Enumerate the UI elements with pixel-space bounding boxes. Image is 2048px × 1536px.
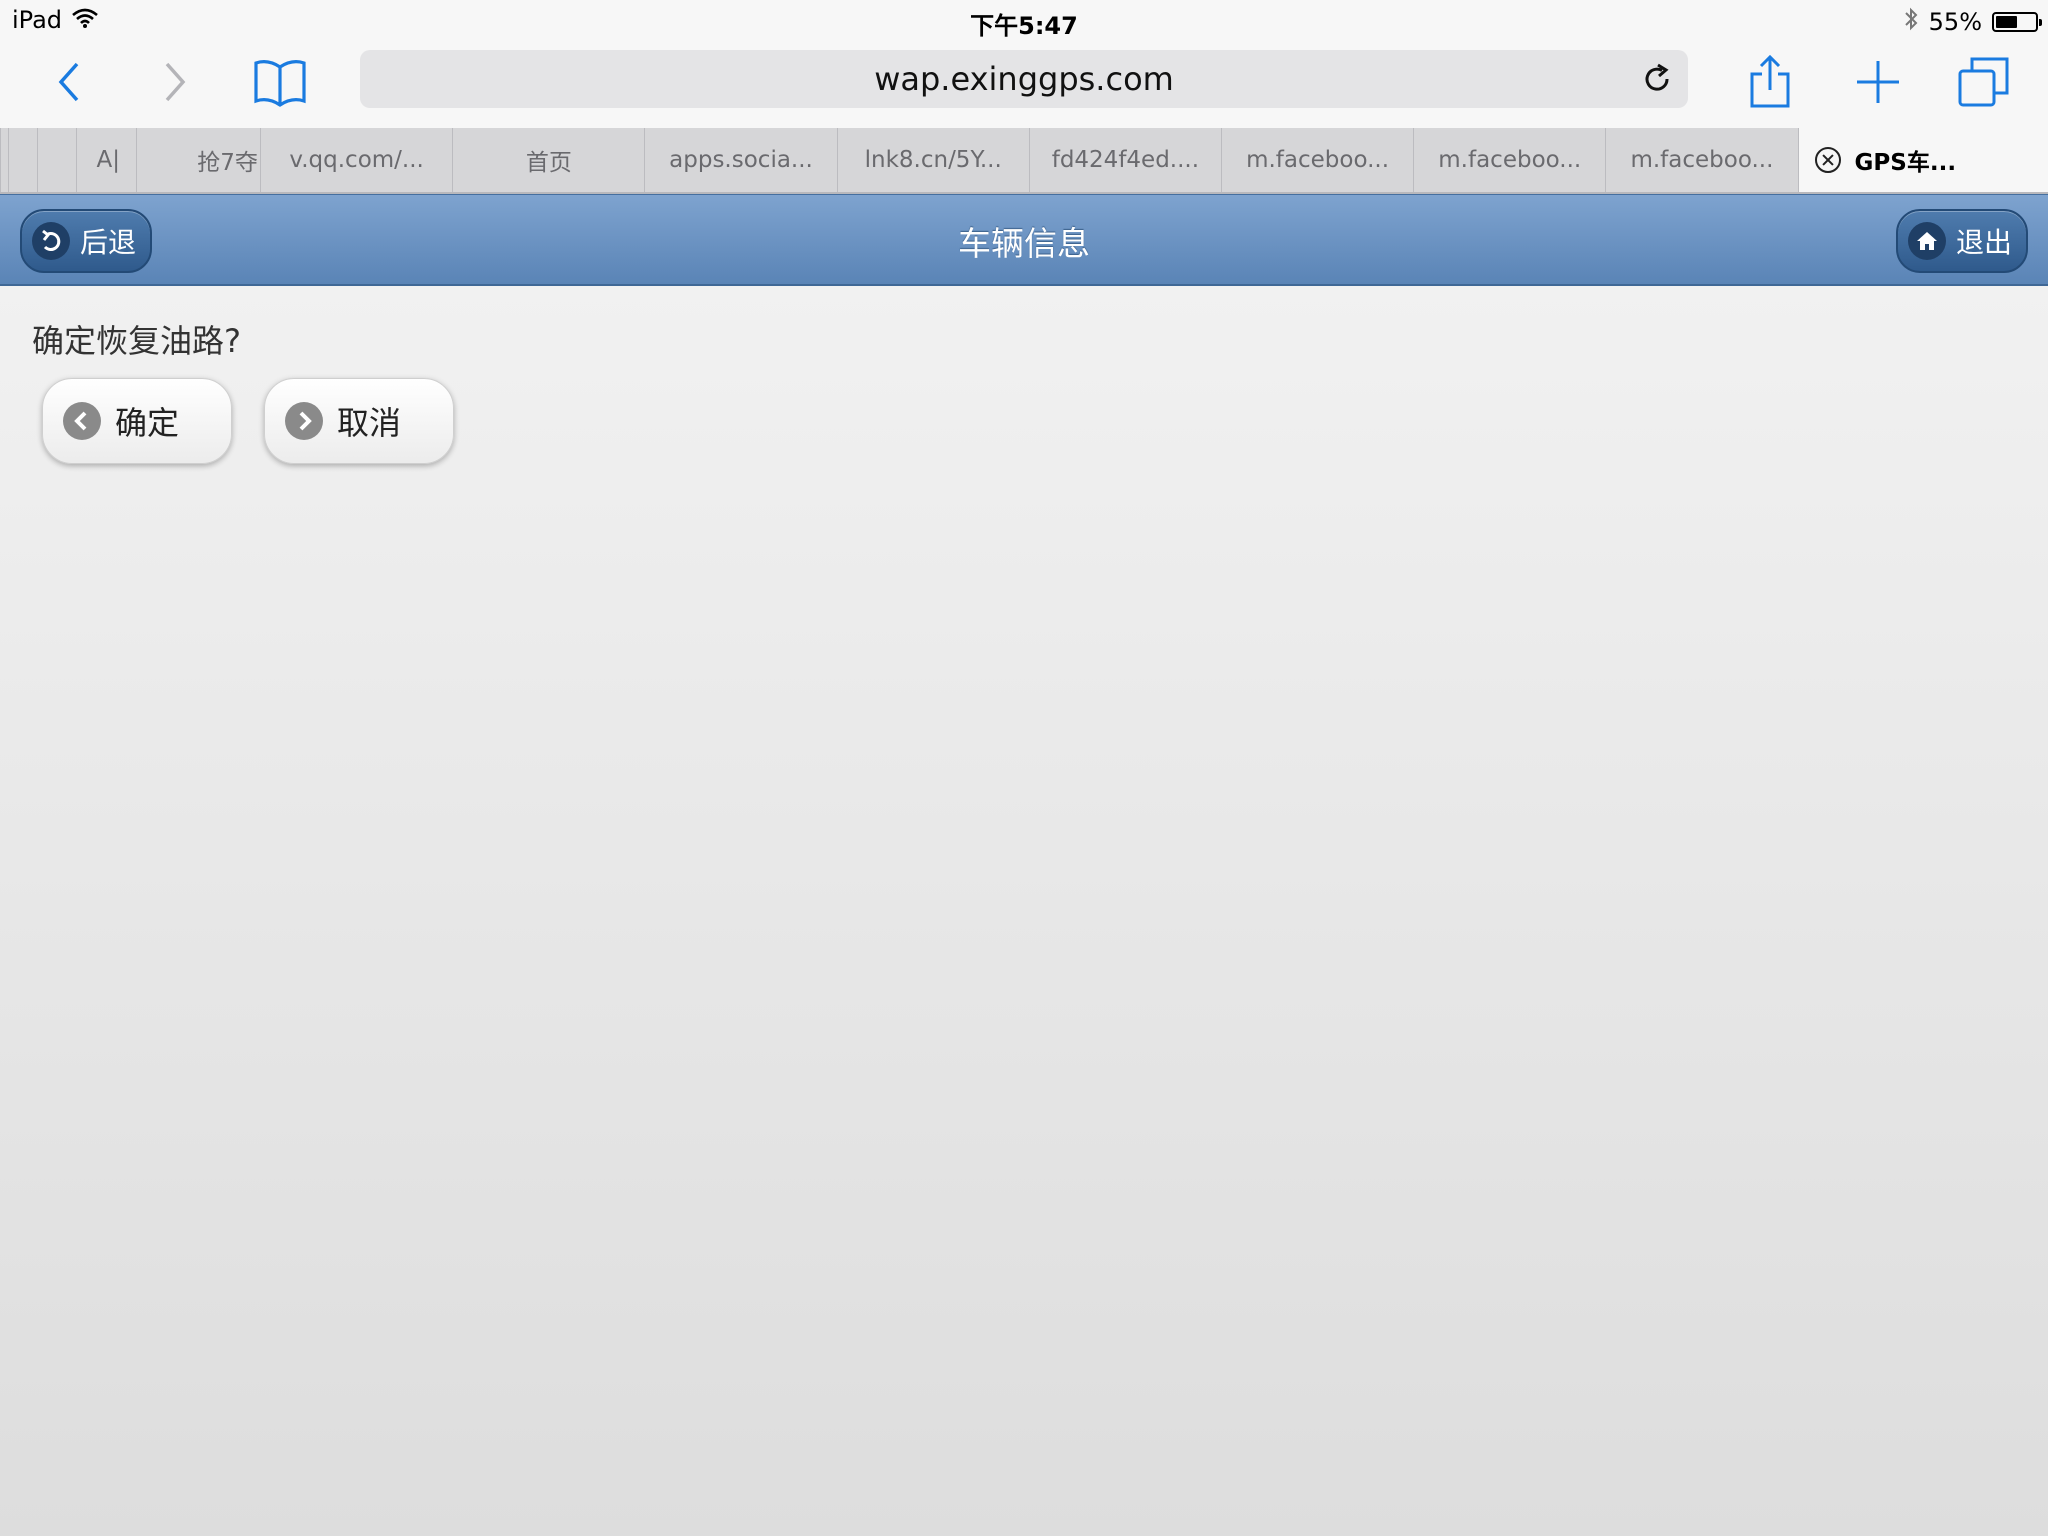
- tab[interactable]: [0, 128, 8, 192]
- tab[interactable]: [7, 128, 37, 192]
- arrow-left-circle-icon: [63, 402, 101, 440]
- url-text: wap.exinggps.com: [874, 60, 1174, 98]
- tab-label: 抢7夺: [197, 150, 258, 176]
- confirm-prompt: 确定恢复油路?: [32, 322, 241, 360]
- status-time: 下午5:47: [970, 12, 1078, 40]
- tab-label: A|: [96, 147, 121, 173]
- tab[interactable]: m.faceboo...: [1220, 128, 1413, 192]
- tab[interactable]: v.qq.com/...: [260, 128, 452, 192]
- tab-label: m.faceboo...: [1246, 147, 1390, 173]
- bookmarks-icon: [254, 60, 306, 107]
- tab-label: lnk8.cn/5Y...: [864, 147, 1002, 173]
- page-header: 后退 车辆信息 退出: [0, 194, 2048, 286]
- chevron-left-icon: [58, 62, 79, 102]
- tabs-overview-button[interactable]: [1952, 42, 2016, 122]
- home-icon: [1908, 222, 1946, 260]
- tab-strip: A| 抢7夺 v.qq.com/... 首页 apps.socia... lnk…: [0, 128, 2048, 194]
- tab[interactable]: 抢7夺: [136, 128, 260, 192]
- tab[interactable]: apps.socia...: [644, 128, 836, 192]
- plus-icon: [1857, 61, 1899, 103]
- tab-label: m.faceboo...: [1438, 147, 1582, 173]
- share-icon: [1750, 54, 1790, 108]
- tab-active[interactable]: GPS车...: [1797, 128, 2048, 192]
- tab[interactable]: m.faceboo...: [1413, 128, 1605, 192]
- arrow-right-circle-icon: [285, 402, 323, 440]
- page-content: 确定恢复油路? 确定 取消: [0, 286, 2048, 1536]
- bluetooth-icon: [1903, 6, 1919, 38]
- tabs-icon: [1958, 57, 2009, 107]
- tab-label: GPS车...: [1854, 150, 1957, 176]
- tab[interactable]: m.faceboo...: [1605, 128, 1797, 192]
- tab[interactable]: 首页: [452, 128, 644, 192]
- cancel-button[interactable]: 取消: [264, 378, 454, 464]
- battery-icon: [1992, 12, 2042, 32]
- tab-label: v.qq.com/...: [289, 147, 424, 173]
- page-title: 车辆信息: [958, 224, 1090, 263]
- logout-button-label: 退出: [1956, 226, 2013, 259]
- close-tab-icon[interactable]: [1814, 147, 1841, 173]
- tab[interactable]: [36, 128, 76, 192]
- tab[interactable]: fd424f4ed....: [1028, 128, 1221, 192]
- logout-button[interactable]: 退出: [1896, 209, 2029, 273]
- tab[interactable]: A|: [75, 128, 137, 192]
- tab-label: apps.socia...: [669, 147, 813, 173]
- address-bar[interactable]: wap.exinggps.com: [360, 50, 1688, 108]
- tab-label: fd424f4ed....: [1051, 147, 1200, 173]
- tab-label: 首页: [525, 150, 572, 176]
- battery-fill: [1996, 16, 2017, 28]
- tab-label: m.faceboo...: [1630, 147, 1774, 173]
- battery-percent: 55%: [1928, 8, 1982, 36]
- confirm-button[interactable]: 确定: [42, 378, 232, 464]
- back-nav-button[interactable]: [42, 42, 98, 122]
- browser-toolbar: wap.exinggps.com: [0, 42, 2048, 128]
- status-right: 55%: [1903, 6, 2042, 38]
- bookmarks-button[interactable]: [248, 42, 312, 122]
- status-bar: iPad 下午5:47 55%: [0, 0, 2048, 42]
- confirm-button-label: 确定: [115, 404, 180, 442]
- reload-icon[interactable]: [1640, 62, 1674, 104]
- chevron-right-icon: [165, 62, 186, 102]
- forward-nav-button[interactable]: [146, 42, 202, 122]
- screen: iPad 下午5:47 55% wap.exinggps.com A| 抢7夺 …: [0, 0, 2048, 1536]
- cancel-button-label: 取消: [337, 404, 402, 442]
- tab[interactable]: lnk8.cn/5Y...: [836, 128, 1029, 192]
- share-button[interactable]: [1740, 42, 1800, 122]
- new-tab-button[interactable]: [1848, 42, 1908, 122]
